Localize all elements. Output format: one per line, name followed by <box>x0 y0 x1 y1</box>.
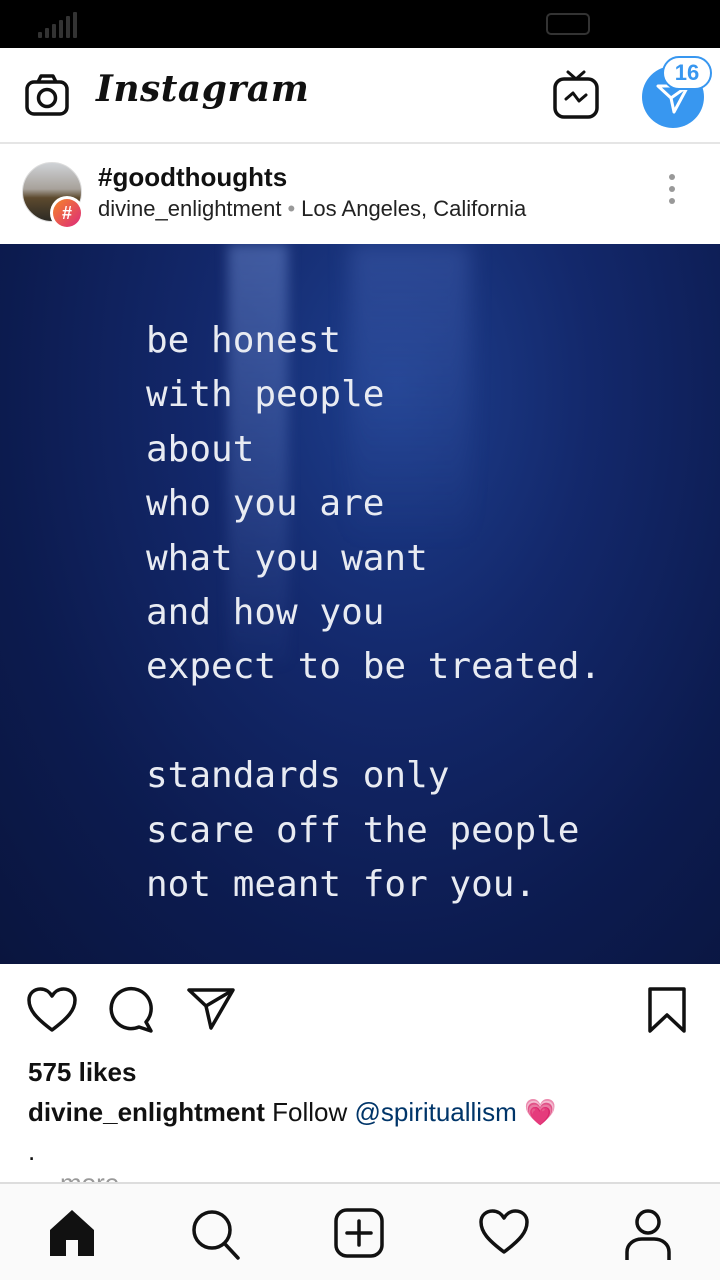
bookmark-icon[interactable] <box>646 986 688 1034</box>
caption-second-line: . <box>28 1136 36 1166</box>
post-hashtag-title[interactable]: #goodthoughts <box>98 162 287 193</box>
igtv-icon[interactable] <box>552 68 600 120</box>
post-image[interactable]: be honest with people about who you are … <box>0 244 720 964</box>
add-post-icon[interactable] <box>334 1208 384 1258</box>
search-icon[interactable] <box>190 1208 242 1262</box>
more-options-icon[interactable] <box>664 174 680 214</box>
signal-strength-icon <box>38 10 77 38</box>
heart-emoji: 💗 <box>523 1097 557 1127</box>
post-caption: divine_enlightment Follow @spirituallism… <box>28 1097 556 1128</box>
direct-unread-badge: 16 <box>662 56 712 90</box>
separator-dot: • <box>287 196 296 221</box>
post-subtitle: divine_enlightment • Los Angeles, Californ… <box>98 196 526 222</box>
likes-count[interactable]: 575 likes <box>28 1057 136 1088</box>
top-app-bar: Instagram 16 <box>0 48 720 144</box>
home-icon[interactable] <box>48 1208 96 1258</box>
hashtag-badge: # <box>50 196 84 230</box>
post-header: # #goodthoughts divine_enlightment • Los A… <box>0 146 720 244</box>
heart-icon[interactable] <box>26 986 78 1034</box>
comment-icon[interactable] <box>106 986 156 1034</box>
profile-icon[interactable] <box>624 1208 672 1262</box>
camera-icon[interactable] <box>24 72 70 118</box>
instagram-logo: Instagram <box>96 68 310 110</box>
hashtag-icon: # <box>53 199 81 227</box>
bottom-navigation <box>0 1182 720 1280</box>
caption-mention[interactable]: @spirituallism <box>355 1097 517 1127</box>
share-icon[interactable] <box>186 986 236 1032</box>
post-location[interactable]: Los Angeles, California <box>301 196 526 221</box>
caption-username[interactable]: divine_enlightment <box>28 1097 265 1127</box>
post-username[interactable]: divine_enlightment <box>98 196 281 221</box>
caption-text: Follow <box>272 1097 348 1127</box>
battery-icon <box>546 13 590 35</box>
post-actions <box>0 964 720 1054</box>
image-quote-text: be honest with people about who you are … <box>146 320 602 906</box>
status-bar <box>0 0 720 48</box>
activity-icon[interactable] <box>478 1208 530 1256</box>
